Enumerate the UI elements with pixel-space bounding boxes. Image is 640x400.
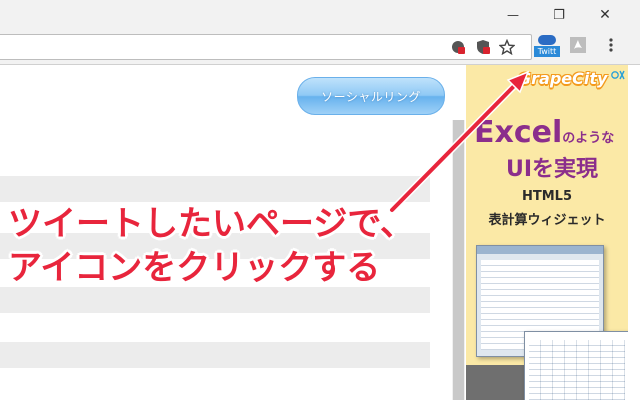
close-icon: ✕ bbox=[599, 7, 611, 23]
adchoices-icon[interactable] bbox=[610, 68, 626, 82]
restore-icon: ❐ bbox=[553, 7, 565, 23]
minimize-button[interactable]: — bbox=[490, 0, 536, 30]
extension-badge bbox=[538, 35, 556, 45]
extension-label: Twitt bbox=[534, 46, 560, 57]
minimize-icon: — bbox=[507, 8, 519, 22]
browser-toolbar: Twitt bbox=[0, 30, 640, 65]
restore-button[interactable]: ❐ bbox=[536, 0, 582, 30]
content-row bbox=[0, 176, 430, 202]
ad-headline: Excelのような bbox=[474, 115, 614, 150]
title-bar: — ❐ ✕ bbox=[0, 0, 640, 30]
scrollbar-thumb[interactable] bbox=[453, 120, 464, 400]
social-ring-button[interactable]: ソーシャルリング bbox=[297, 77, 445, 115]
advertisement[interactable]: GrapeCity Excelのような UIを実現 HTML5 表計算ウィジェッ… bbox=[466, 65, 628, 400]
ad-title-main: Excel bbox=[474, 115, 563, 150]
adblock-icon[interactable] bbox=[473, 37, 493, 57]
content-row bbox=[0, 342, 430, 368]
star-icon[interactable] bbox=[497, 37, 517, 57]
menu-icon[interactable] bbox=[601, 35, 621, 55]
ad-line-html5: HTML5 bbox=[521, 189, 572, 204]
twitter-extension-icon[interactable]: Twitt bbox=[534, 33, 560, 59]
ad-screenshot-front bbox=[524, 331, 628, 400]
content-row bbox=[0, 233, 430, 259]
content-row bbox=[0, 287, 430, 313]
page-scrollbar[interactable] bbox=[452, 120, 465, 400]
pdf-extension-icon[interactable] bbox=[568, 35, 588, 55]
close-window-button[interactable]: ✕ bbox=[582, 0, 628, 30]
ad-subtitle: UIを実現 bbox=[506, 157, 599, 182]
ad-title-tail: のような bbox=[562, 131, 615, 146]
ad-line-widget: 表計算ウィジェット bbox=[488, 213, 606, 228]
ad-logo: GrapeCity bbox=[518, 69, 608, 88]
address-bar[interactable] bbox=[0, 34, 532, 60]
shield-icon[interactable] bbox=[448, 37, 468, 57]
